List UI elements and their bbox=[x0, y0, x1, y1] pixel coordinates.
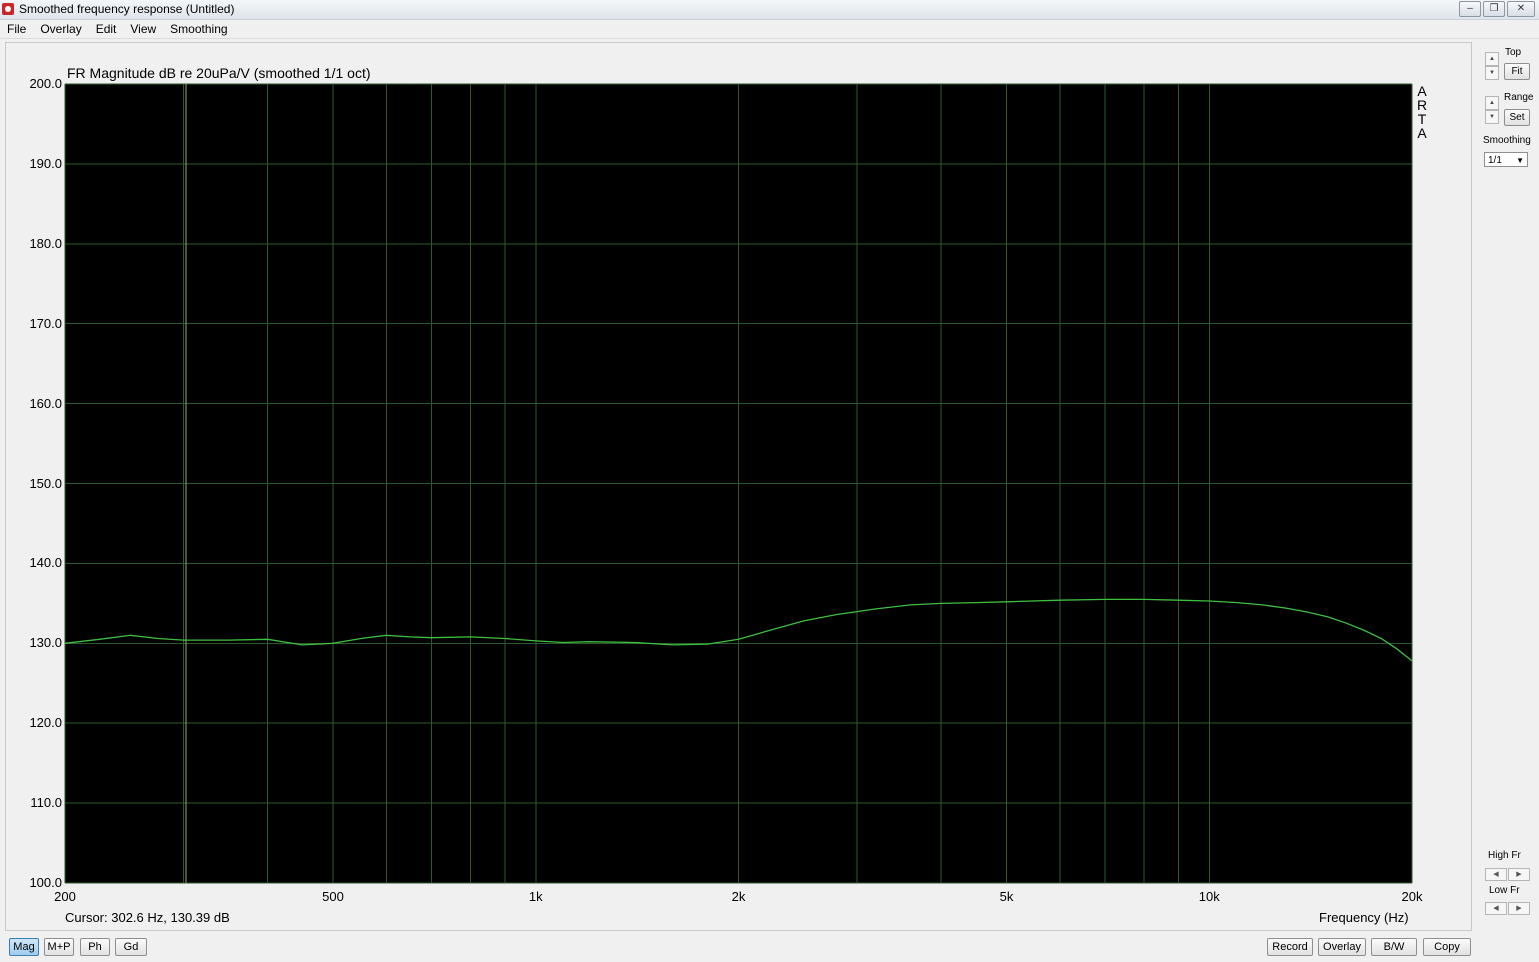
phase-button[interactable]: Ph bbox=[80, 938, 110, 956]
overlay-button[interactable]: Overlay bbox=[1318, 938, 1366, 956]
low-fr-left-icon[interactable]: ◀ bbox=[1485, 902, 1507, 915]
y-tick-label: 170.0 bbox=[29, 315, 62, 331]
x-tick-label: 10k bbox=[1198, 889, 1220, 904]
y-tick-label: 180.0 bbox=[29, 235, 62, 251]
y-tick-label: 130.0 bbox=[29, 635, 62, 651]
low-fr-right-icon[interactable]: ▶ bbox=[1508, 902, 1530, 915]
chevron-down-icon: ▼ bbox=[1516, 156, 1524, 165]
y-tick-label: 110.0 bbox=[30, 795, 62, 811]
y-tick-label: 160.0 bbox=[29, 395, 62, 411]
y-tick-label: 100.0 bbox=[29, 875, 62, 890]
smoothing-label: Smoothing bbox=[1483, 135, 1531, 146]
x-tick-label: 200 bbox=[54, 889, 76, 904]
group-delay-button[interactable]: Gd bbox=[115, 938, 147, 956]
top-down-icon[interactable]: ▼ bbox=[1485, 66, 1499, 80]
y-tick-label: 140.0 bbox=[29, 555, 62, 571]
record-button[interactable]: Record bbox=[1267, 938, 1313, 956]
y-tick-label: 190.0 bbox=[29, 155, 62, 171]
copy-button[interactable]: Copy bbox=[1423, 938, 1471, 956]
high-fr-right-icon[interactable]: ▶ bbox=[1508, 868, 1530, 881]
top-label: Top bbox=[1505, 47, 1522, 58]
x-tick-label: 2k bbox=[731, 889, 746, 904]
smoothing-select[interactable]: 1/1 ▼ bbox=[1484, 152, 1528, 167]
x-tick-label: 500 bbox=[322, 889, 344, 904]
set-button[interactable]: Set bbox=[1504, 109, 1530, 126]
y-tick-label: 150.0 bbox=[29, 475, 62, 491]
bw-button[interactable]: B/W bbox=[1371, 938, 1417, 956]
x-tick-label: 1k bbox=[528, 889, 543, 904]
fit-button[interactable]: Fit bbox=[1504, 63, 1530, 80]
high-fr-left-icon[interactable]: ◀ bbox=[1485, 868, 1507, 881]
x-axis-label: Frequency (Hz) bbox=[1319, 910, 1409, 925]
x-tick-label: 5k bbox=[999, 889, 1014, 904]
range-up-icon[interactable]: ▲ bbox=[1485, 96, 1499, 110]
smoothing-value: 1/1 bbox=[1488, 155, 1502, 166]
y-tick-label: 200.0 bbox=[29, 76, 62, 91]
range-down-icon[interactable]: ▼ bbox=[1485, 110, 1499, 124]
x-tick-label: 20k bbox=[1401, 889, 1423, 904]
frequency-response-chart[interactable] bbox=[0, 0, 1539, 962]
mp-button[interactable]: M+P bbox=[44, 938, 74, 956]
cursor-readout: Cursor: 302.6 Hz, 130.39 dB bbox=[65, 910, 230, 925]
mag-button[interactable]: Mag bbox=[9, 938, 39, 956]
low-fr-label: Low Fr bbox=[1489, 885, 1520, 896]
top-up-icon[interactable]: ▲ bbox=[1485, 52, 1499, 66]
high-fr-label: High Fr bbox=[1488, 850, 1521, 861]
range-label: Range bbox=[1504, 92, 1534, 103]
y-tick-label: 120.0 bbox=[29, 715, 62, 731]
